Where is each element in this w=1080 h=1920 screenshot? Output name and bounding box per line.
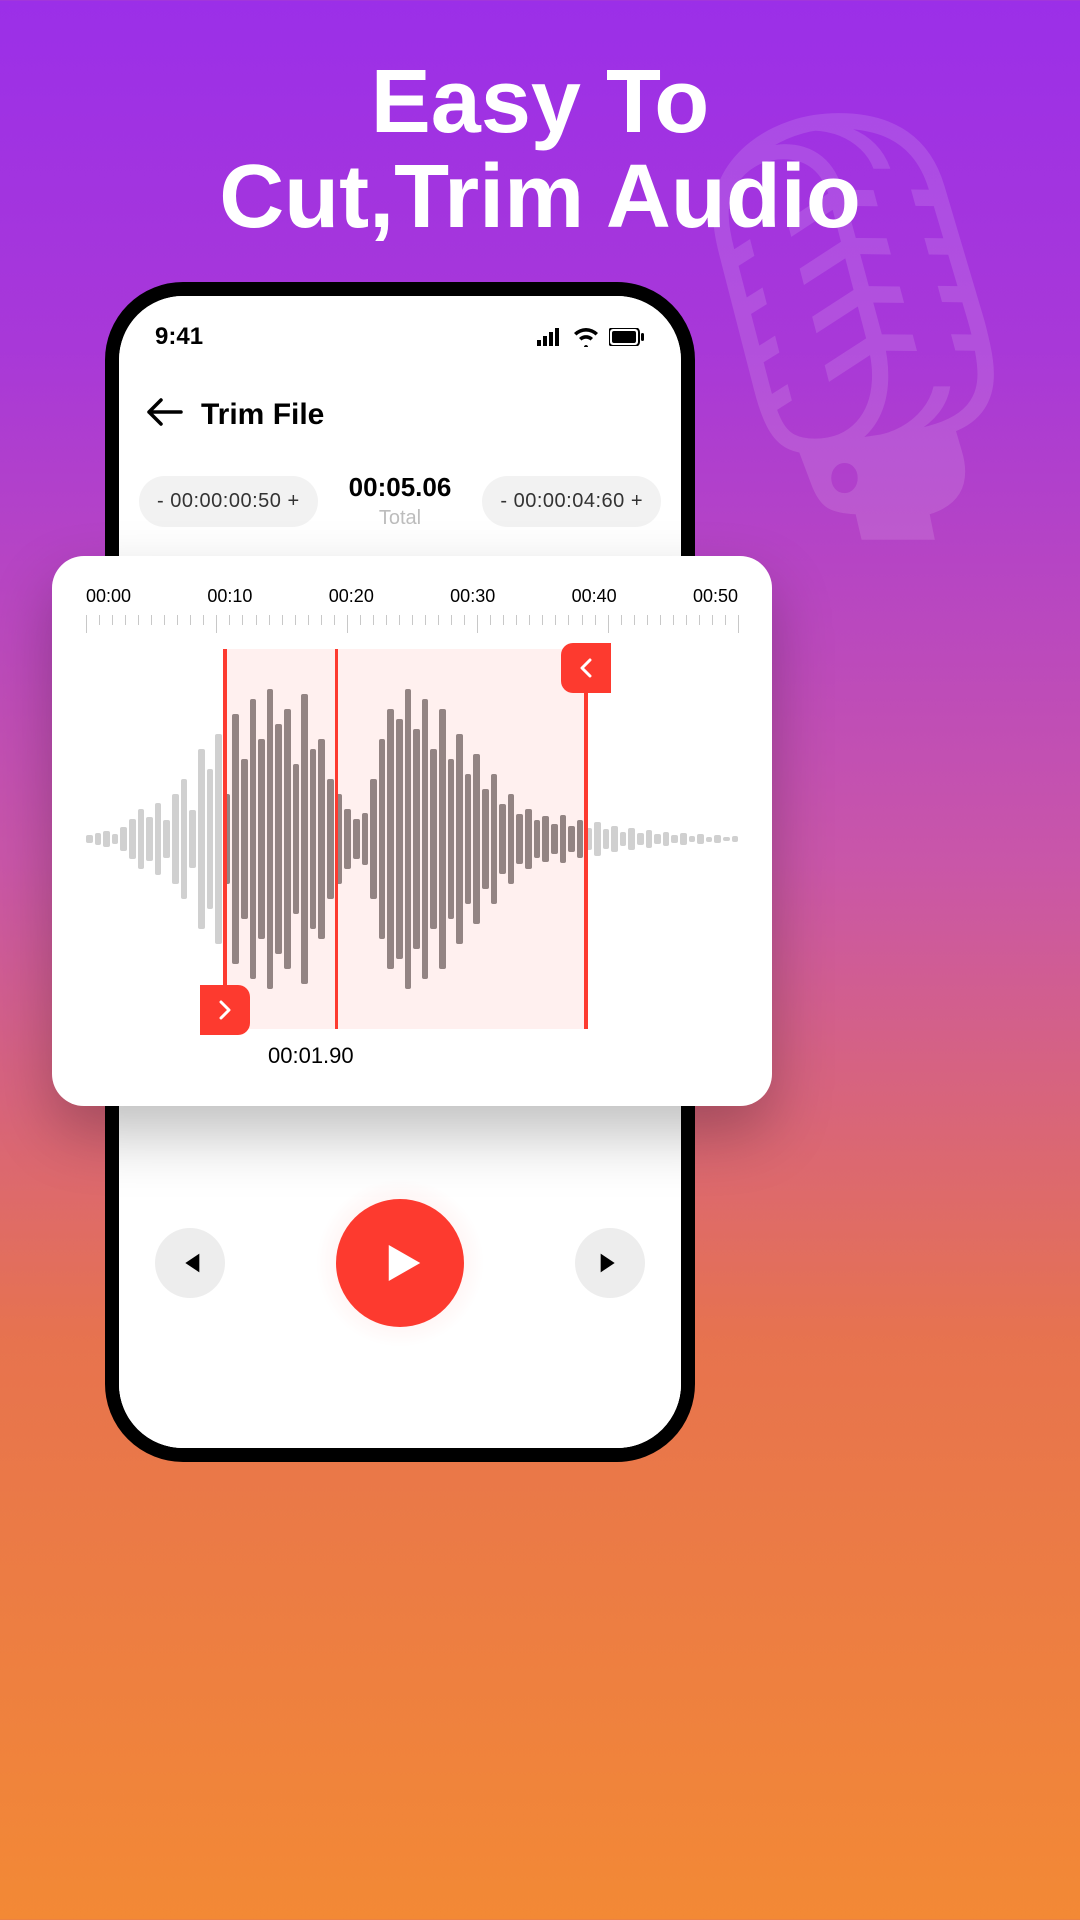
ruler-label: 00:20 bbox=[329, 586, 374, 607]
trim-start-value: 00:00:00:50 bbox=[170, 490, 281, 512]
cellular-icon bbox=[537, 328, 563, 346]
plus-icon[interactable]: + bbox=[631, 490, 643, 512]
minus-icon[interactable]: - bbox=[500, 490, 507, 512]
trim-start-stepper[interactable]: - 00:00:00:50 + bbox=[139, 476, 318, 527]
total-duration: 00:05.06 bbox=[349, 472, 452, 503]
ruler-label: 00:00 bbox=[86, 586, 131, 607]
previous-button[interactable] bbox=[155, 1228, 225, 1298]
play-icon bbox=[373, 1236, 427, 1290]
chevron-left-icon bbox=[578, 658, 594, 678]
play-button[interactable] bbox=[336, 1199, 464, 1327]
app-header: Trim File bbox=[119, 360, 681, 442]
trim-end-stepper[interactable]: - 00:00:04:60 + bbox=[482, 476, 661, 527]
next-button[interactable] bbox=[575, 1228, 645, 1298]
skip-next-icon bbox=[596, 1249, 624, 1277]
waveform-card: 00:00 00:10 00:20 00:30 00:40 00:50 00:0… bbox=[52, 556, 772, 1106]
minus-icon[interactable]: - bbox=[157, 490, 164, 512]
status-bar: 9:41 bbox=[119, 296, 681, 360]
time-ruler-labels: 00:00 00:10 00:20 00:30 00:40 00:50 bbox=[52, 586, 772, 607]
ruler-label: 00:40 bbox=[572, 586, 617, 607]
trim-selection[interactable] bbox=[223, 649, 588, 1029]
back-arrow-icon[interactable] bbox=[147, 398, 183, 432]
trim-end-value: 00:00:04:60 bbox=[514, 490, 625, 512]
page-title: Trim File bbox=[201, 398, 324, 432]
ruler-label: 00:50 bbox=[693, 586, 738, 607]
play-button-glow bbox=[315, 1178, 485, 1348]
chevron-right-icon bbox=[217, 1000, 233, 1020]
ruler-label: 00:10 bbox=[207, 586, 252, 607]
wifi-icon bbox=[573, 327, 599, 347]
status-icons bbox=[537, 327, 645, 347]
playhead-time: 00:01.90 bbox=[268, 1043, 772, 1069]
skip-previous-icon bbox=[176, 1249, 204, 1277]
trim-handle-start[interactable] bbox=[200, 985, 250, 1035]
plus-icon[interactable]: + bbox=[287, 490, 299, 512]
ruler-label: 00:30 bbox=[450, 586, 495, 607]
trim-values-row: - 00:00:00:50 + 00:05.06 Total - 00:00:0… bbox=[119, 442, 681, 530]
total-label: Total bbox=[349, 507, 452, 530]
status-time: 9:41 bbox=[155, 323, 203, 351]
playback-controls bbox=[119, 1178, 681, 1348]
trim-handle-end[interactable] bbox=[561, 643, 611, 693]
time-ruler-ticks bbox=[52, 615, 772, 649]
waveform-area[interactable] bbox=[86, 649, 738, 1029]
total-duration-block: 00:05.06 Total bbox=[349, 472, 452, 530]
battery-icon bbox=[609, 328, 645, 346]
playhead-line[interactable] bbox=[335, 649, 338, 1029]
